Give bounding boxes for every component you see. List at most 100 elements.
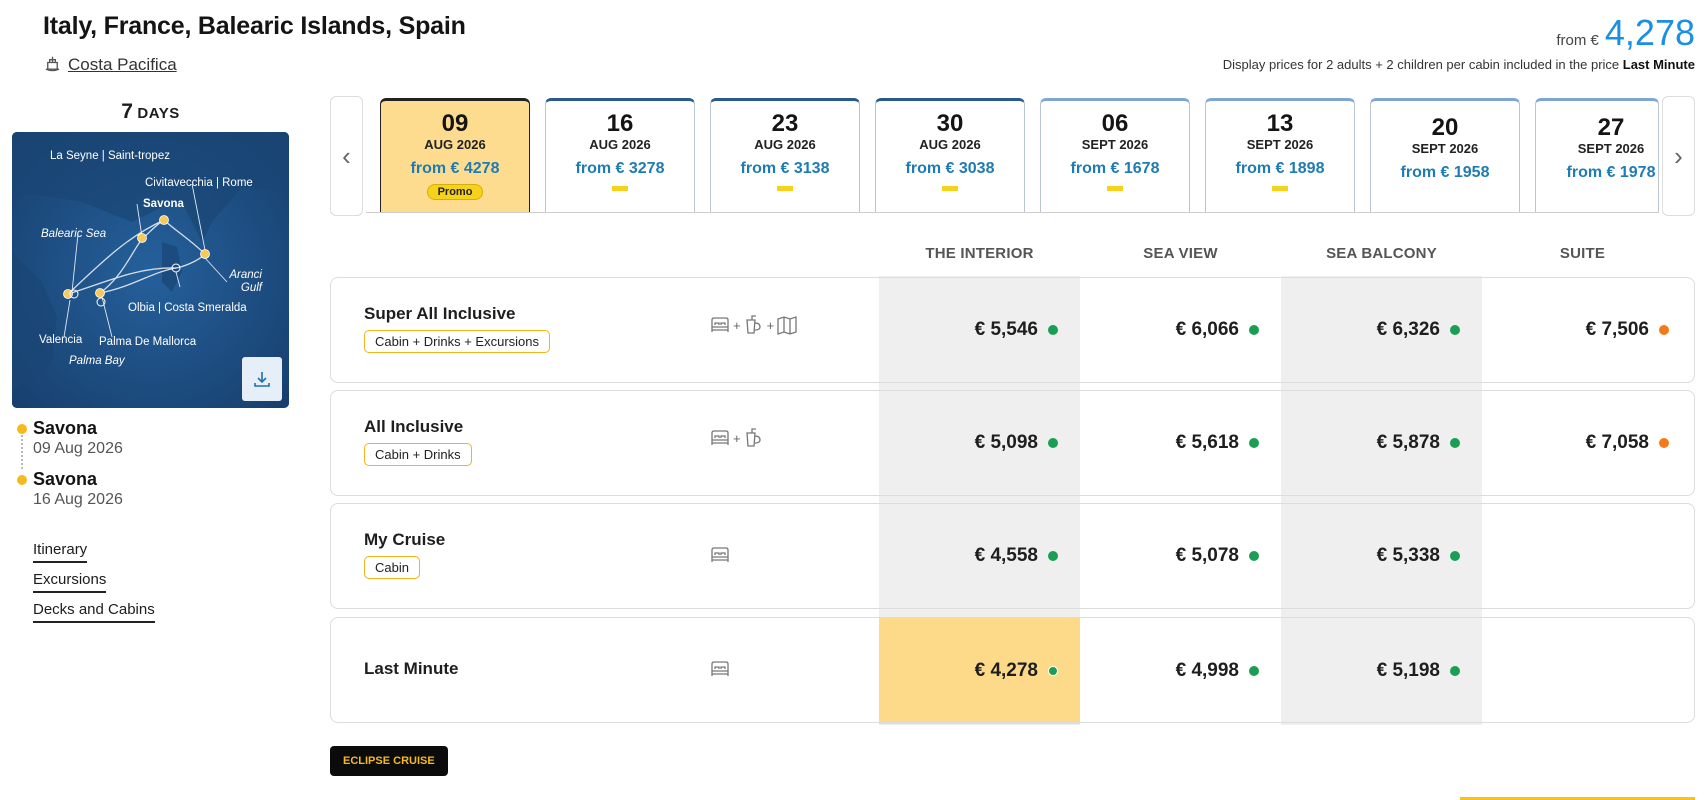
date-card-3[interactable]: 30 AUG 2026 from € 3038 bbox=[875, 98, 1025, 212]
availability-dot-green bbox=[1450, 666, 1460, 676]
drink-icon bbox=[745, 315, 761, 334]
date-day: 23 bbox=[771, 110, 799, 137]
date-day: 30 bbox=[936, 110, 964, 137]
price-cell[interactable]: € 7,058 bbox=[1482, 391, 1683, 495]
header-price: from € 4,278 bbox=[1556, 12, 1695, 54]
stop-name: Savona bbox=[33, 469, 98, 489]
price-cell[interactable]: € 5,546 bbox=[879, 278, 1080, 382]
price-value: € 4,278 bbox=[974, 660, 1038, 681]
price-cell[interactable]: € 4,998 bbox=[1080, 619, 1281, 723]
date-month: AUG 2026 bbox=[589, 137, 651, 152]
date-month: AUG 2026 bbox=[424, 137, 486, 152]
fare-name: My Cruise bbox=[364, 530, 446, 549]
stop-date: 16 Aug 2026 bbox=[33, 491, 123, 508]
availability-dot-green bbox=[1048, 666, 1058, 676]
excursions-link[interactable]: Excursions bbox=[33, 571, 107, 593]
map-label-la-seyne: La Seyne | Saint-tropez bbox=[50, 150, 170, 162]
price-value: € 6,066 bbox=[1175, 319, 1239, 340]
price-cell[interactable]: € 6,066 bbox=[1080, 278, 1281, 382]
availability-dot-green bbox=[1249, 438, 1259, 448]
date-card-6[interactable]: 20 SEPT 2026 from € 1958 bbox=[1370, 98, 1520, 212]
price-cell[interactable]: € 5,078 bbox=[1080, 504, 1281, 608]
bed-icon bbox=[711, 430, 729, 445]
price-from-amount: 4,278 bbox=[1604, 12, 1695, 53]
fare-icons bbox=[709, 658, 731, 680]
date-month: SEPT 2026 bbox=[1246, 137, 1314, 152]
download-map-button[interactable] bbox=[242, 357, 282, 401]
availability-bar bbox=[1272, 186, 1288, 191]
fare-name: Super All Inclusive bbox=[364, 304, 516, 323]
price-cell[interactable]: € 5,198 bbox=[1281, 619, 1482, 723]
price-value: € 5,546 bbox=[974, 319, 1038, 340]
date-price: from € 3138 bbox=[740, 160, 830, 177]
decks-and-cabins-link[interactable]: Decks and Cabins bbox=[33, 601, 155, 623]
price-from-label: from € bbox=[1556, 32, 1599, 49]
carousel-prev-button[interactable]: ‹ bbox=[330, 96, 363, 216]
price-cell[interactable]: € 5,878 bbox=[1281, 391, 1482, 495]
availability-dot-green bbox=[1450, 325, 1460, 335]
availability-dot-green bbox=[1048, 438, 1058, 448]
fare-badge: Cabin + Drinks bbox=[364, 443, 472, 466]
availability-dot-green bbox=[1048, 325, 1058, 335]
bed-icon bbox=[711, 661, 729, 676]
price-value: € 5,078 bbox=[1175, 545, 1239, 566]
chevron-right-icon: › bbox=[1674, 140, 1683, 171]
promo-badge: Promo bbox=[426, 184, 484, 200]
date-day: 16 bbox=[606, 110, 634, 137]
ship-name: Costa Pacifica bbox=[68, 55, 177, 74]
price-cell[interactable]: € 5,618 bbox=[1080, 391, 1281, 495]
map-label-palma-de-mallorca: Palma De Mallorca bbox=[99, 336, 197, 348]
days-unit: DAYS bbox=[137, 105, 180, 122]
price-cell-best[interactable]: € 4,278 bbox=[879, 619, 1080, 723]
availability-dot-green bbox=[1450, 551, 1460, 561]
ship-link[interactable]: Costa Pacifica bbox=[43, 53, 177, 77]
availability-bar bbox=[612, 186, 628, 191]
price-cell[interactable]: € 4,558 bbox=[879, 504, 1080, 608]
date-card-4[interactable]: 06 SEPT 2026 from € 1678 bbox=[1040, 98, 1190, 212]
availability-dot-green bbox=[1249, 666, 1259, 676]
date-day: 09 bbox=[441, 110, 469, 137]
map-icon bbox=[777, 316, 797, 335]
fare-icons bbox=[709, 544, 731, 566]
availability-dot-green bbox=[1249, 551, 1259, 561]
map-label-civitavecchia: Civitavecchia | Rome bbox=[145, 177, 253, 189]
stop-name: Savona bbox=[33, 418, 98, 438]
date-card-5[interactable]: 13 SEPT 2026 from € 1898 bbox=[1205, 98, 1355, 212]
cruise-duration: 7 DAYS bbox=[12, 100, 289, 124]
date-card-2[interactable]: 23 AUG 2026 from € 3138 bbox=[710, 98, 860, 212]
price-cell[interactable]: € 5,338 bbox=[1281, 504, 1482, 608]
price-cell[interactable]: € 7,506 bbox=[1482, 278, 1683, 382]
map-label-palma-bay: Palma Bay bbox=[69, 355, 125, 367]
itinerary-link[interactable]: Itinerary bbox=[33, 541, 88, 563]
eclipse-cruise-badge[interactable]: ECLIPSE CRUISE bbox=[330, 746, 448, 776]
date-price: from € 3038 bbox=[905, 160, 995, 177]
days-number: 7 bbox=[121, 100, 133, 123]
price-cell[interactable]: € 5,098 bbox=[879, 391, 1080, 495]
page-title: Italy, France, Balearic Islands, Spain bbox=[43, 12, 466, 40]
map-label-savona: Savona bbox=[143, 198, 184, 210]
date-month: AUG 2026 bbox=[754, 137, 816, 152]
availability-dot-green bbox=[1249, 325, 1259, 335]
date-day: 06 bbox=[1101, 110, 1129, 137]
date-card-1[interactable]: 16 AUG 2026 from € 3278 bbox=[545, 98, 695, 212]
fare-icons: + bbox=[709, 427, 765, 449]
bed-icon bbox=[711, 547, 729, 562]
drink-icon bbox=[745, 428, 761, 447]
price-value: € 5,198 bbox=[1376, 660, 1440, 681]
price-value: € 5,618 bbox=[1175, 432, 1239, 453]
stop-dot bbox=[17, 475, 27, 485]
date-month: SEPT 2026 bbox=[1081, 137, 1149, 152]
bed-icon bbox=[711, 317, 729, 332]
fare-name: Last Minute bbox=[364, 659, 459, 678]
price-value: € 5,878 bbox=[1376, 432, 1440, 453]
date-card-7[interactable]: 27 SEPT 2026 from € 1978 bbox=[1535, 98, 1659, 212]
availability-bar bbox=[777, 186, 793, 191]
price-cell[interactable]: € 6,326 bbox=[1281, 278, 1482, 382]
date-price: from € 1678 bbox=[1070, 160, 1160, 177]
itinerary-map[interactable]: La Seyne | Saint-tropez Civitavecchia | … bbox=[12, 132, 289, 408]
availability-bar bbox=[942, 186, 958, 191]
carousel-next-button[interactable]: › bbox=[1662, 96, 1695, 216]
date-card-0[interactable]: 09 AUG 2026 from € 4278 Promo bbox=[380, 98, 530, 212]
fare-badge: Cabin + Drinks + Excursions bbox=[364, 330, 551, 353]
fare-badge: Cabin bbox=[364, 556, 420, 579]
